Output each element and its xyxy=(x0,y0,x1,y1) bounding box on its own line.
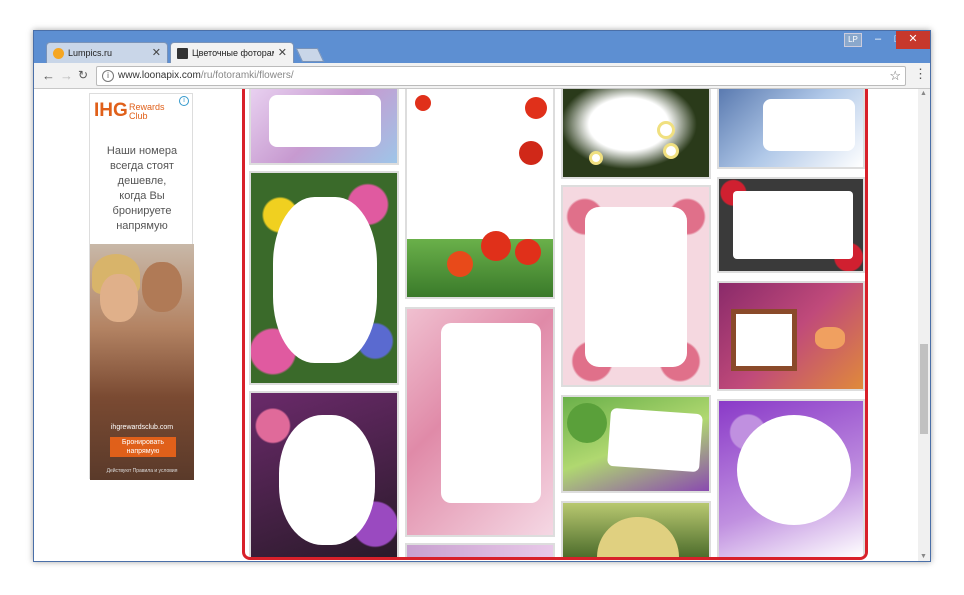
ihg-advertisement[interactable]: IHG Rewards Club i Наши номера всегда сто… xyxy=(89,93,194,480)
ad-book-button[interactable]: Бронировать напрямую xyxy=(110,437,176,457)
site-info-icon[interactable]: i xyxy=(102,70,114,82)
flower-frames-gallery xyxy=(242,89,868,560)
daisy-flower-icon xyxy=(589,151,603,165)
page-content: IHG Rewards Club i Наши номера всегда сто… xyxy=(34,89,930,561)
poppy-flower-icon xyxy=(525,97,547,119)
tab-label: Цветочные фоторамки xyxy=(192,48,274,58)
frame-photo-area xyxy=(597,517,679,557)
ad-fine-print: Действуют Правила и условия xyxy=(106,468,178,474)
frame-dark-roses[interactable] xyxy=(249,391,399,557)
poppy-flower-icon xyxy=(447,251,473,277)
ad-photo-face-man xyxy=(142,262,182,312)
close-tab-icon[interactable]: ✕ xyxy=(278,46,287,59)
close-tab-icon[interactable]: ✕ xyxy=(152,46,161,59)
frame-purple-flowers-top[interactable] xyxy=(249,89,399,165)
address-bar[interactable]: i www.loonapix.com/ru/fotoramki/flowers/… xyxy=(96,66,906,86)
frame-red-roses[interactable] xyxy=(717,177,865,273)
frame-photo-area xyxy=(269,95,381,147)
minimize-button[interactable]: – xyxy=(868,31,888,49)
new-tab-button[interactable] xyxy=(295,48,325,62)
frame-green-bottom[interactable] xyxy=(561,501,711,557)
ihg-logo: IHG xyxy=(94,100,128,121)
profile-badge[interactable]: LP xyxy=(844,33,862,47)
frame-poppies[interactable] xyxy=(405,89,555,299)
tab-lumpics[interactable]: Lumpics.ru ✕ xyxy=(46,42,168,64)
ad-info-icon[interactable]: i xyxy=(179,96,189,106)
ad-photo-face-woman xyxy=(100,274,138,322)
close-window-button[interactable]: ✕ xyxy=(896,31,930,49)
poppy-flower-icon xyxy=(515,239,541,265)
frame-photo-area xyxy=(279,415,375,545)
frame-pink-orchids[interactable] xyxy=(405,307,555,537)
title-bar: Lumpics.ru ✕ Цветочные фоторамки ✕ LP – … xyxy=(34,31,930,64)
bookmark-star-icon[interactable]: ☆ xyxy=(889,67,901,85)
browser-window: Lumpics.ru ✕ Цветочные фоторамки ✕ LP – … xyxy=(33,30,931,562)
frame-photo-area xyxy=(273,197,377,363)
scroll-down-arrow-icon[interactable]: ▼ xyxy=(920,553,927,560)
frame-daisies[interactable] xyxy=(561,89,711,179)
lumpics-favicon-icon xyxy=(53,48,64,59)
poppy-flower-icon xyxy=(415,95,431,111)
frame-butterfly-gold[interactable] xyxy=(717,281,865,391)
ad-photo-couple: ihgrewardsclub.com Бронировать напрямую Д… xyxy=(90,244,194,480)
daisy-flower-icon xyxy=(657,121,675,139)
tree-icon xyxy=(567,403,607,443)
back-arrow-icon[interactable]: ← xyxy=(42,68,55,83)
frame-photo-area xyxy=(763,99,855,151)
tab-flower-frames[interactable]: Цветочные фоторамки ✕ xyxy=(170,42,294,64)
frame-photo-area xyxy=(731,309,797,371)
frame-violet-butterflies[interactable] xyxy=(717,399,865,557)
frame-pink-roses[interactable] xyxy=(561,185,711,387)
tab-label: Lumpics.ru xyxy=(68,48,113,58)
frame-photo-area xyxy=(733,191,853,259)
frame-photo-area xyxy=(585,207,687,367)
poppy-flower-icon xyxy=(481,231,511,261)
url-text: www.loonapix.com/ru/fotoramki/flowers/ xyxy=(118,67,294,85)
frame-pansies[interactable] xyxy=(249,171,399,385)
url-host: www.loonapix.com xyxy=(118,70,201,81)
ad-copy: Наши номера всегда стоят дешевле, когда … xyxy=(106,145,178,232)
frame-photo-area xyxy=(441,323,541,503)
browser-toolbar: ← → ↻ i www.loonapix.com/ru/fotoramki/fl… xyxy=(34,63,930,89)
daisy-flower-icon xyxy=(663,143,679,159)
butterfly-icon xyxy=(815,327,845,349)
loonapix-favicon-icon xyxy=(177,48,188,59)
forward-arrow-icon[interactable]: → xyxy=(60,68,73,83)
scrollbar-thumb[interactable] xyxy=(920,344,928,434)
ad-site-url: ihgrewardsclub.com xyxy=(110,424,174,431)
frame-photo-area xyxy=(737,415,851,525)
ihg-logo-sub: Rewards Club xyxy=(129,102,165,121)
frame-photo-area xyxy=(607,407,703,473)
url-path: /ru/fotoramki/flowers/ xyxy=(200,70,294,81)
frame-fairy-tree[interactable] xyxy=(561,395,711,493)
frame-lilac-bottom[interactable] xyxy=(405,543,555,557)
poppy-flower-icon xyxy=(519,141,543,165)
vertical-scrollbar[interactable]: ▲ ▼ xyxy=(918,89,930,561)
frame-blue-flowers[interactable] xyxy=(717,89,865,169)
reload-icon[interactable]: ↻ xyxy=(78,68,88,82)
scroll-up-arrow-icon[interactable]: ▲ xyxy=(920,90,927,97)
browser-menu-icon[interactable]: ⋮ xyxy=(914,66,927,82)
